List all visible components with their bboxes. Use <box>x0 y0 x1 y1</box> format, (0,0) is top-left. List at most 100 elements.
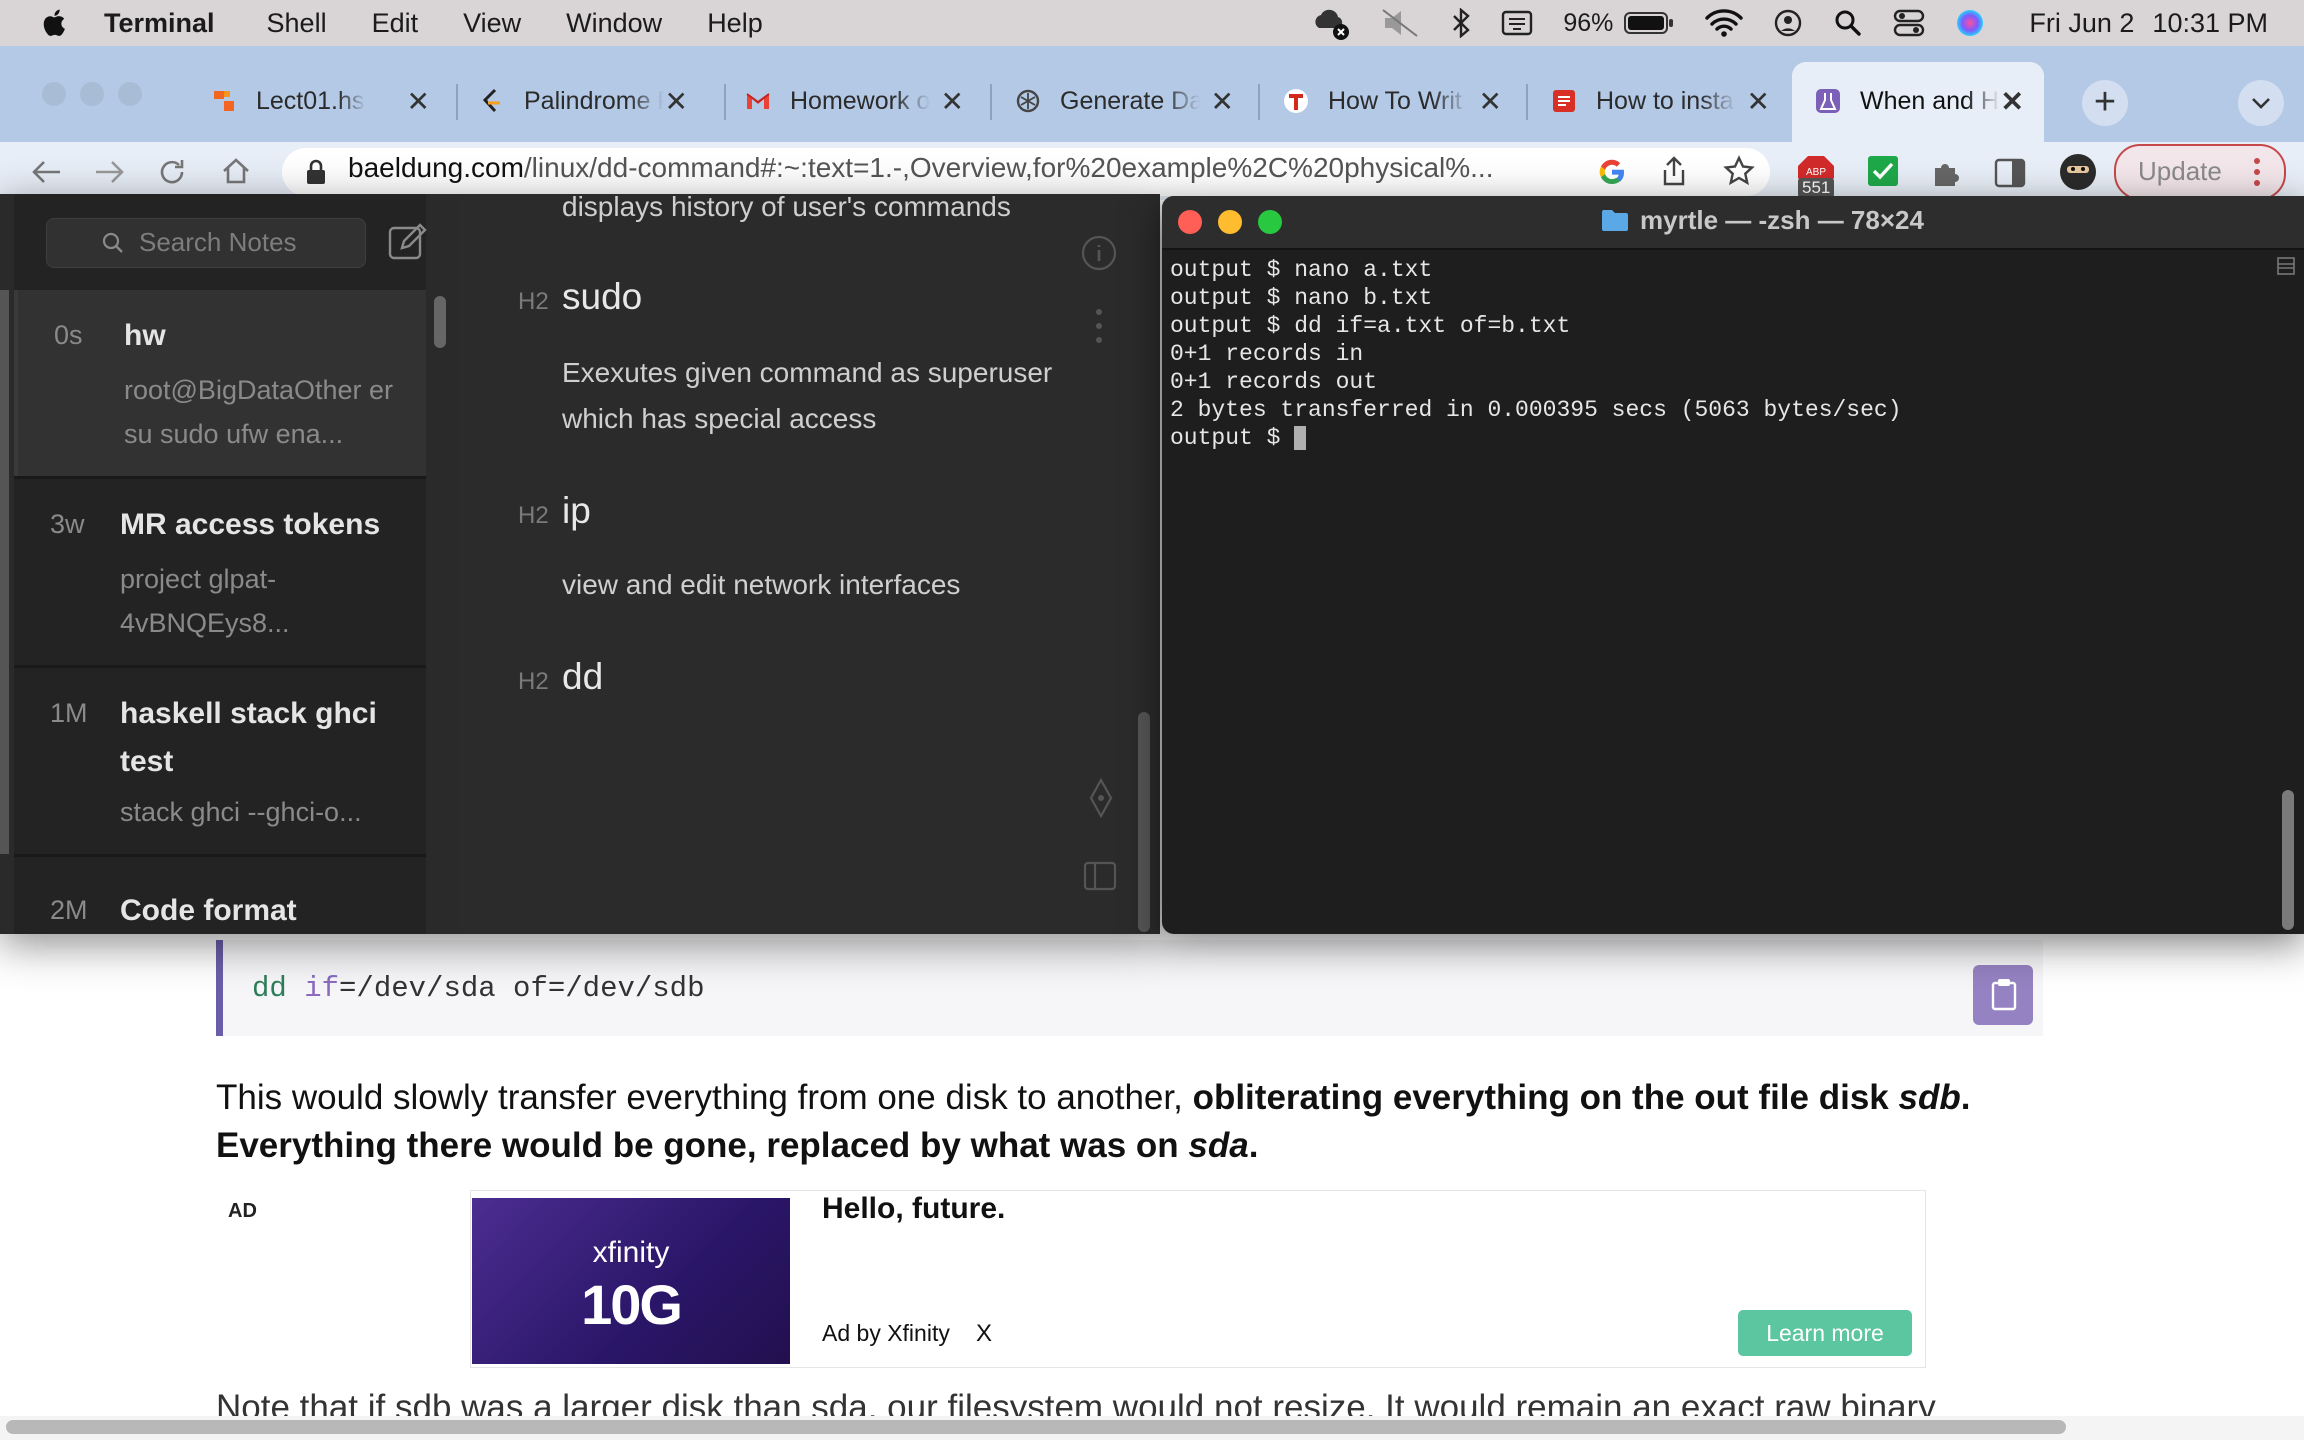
horizontal-scroll-thumb[interactable] <box>6 1420 2066 1434</box>
close-icon[interactable]: ✕ <box>1479 85 1502 118</box>
note-body-text: Exexutes given command as superuser whic… <box>562 357 1053 434</box>
input-source-icon[interactable] <box>1501 10 1533 36</box>
apple-icon[interactable] <box>38 6 72 40</box>
close-icon[interactable]: ✕ <box>1211 85 1234 118</box>
ad-product: 10G <box>581 1273 683 1336</box>
menu-dots-icon[interactable] <box>2252 156 2262 188</box>
tab-when-and-how-active[interactable]: When and H ✕ <box>1814 64 2044 138</box>
tab-lect01[interactable]: Lect01.hs - c ✕ <box>210 64 450 138</box>
note-title: Code format <box>120 894 297 927</box>
bluetooth-icon[interactable] <box>1451 8 1471 38</box>
wifi-icon[interactable] <box>1705 8 1744 38</box>
new-tab-button[interactable]: + <box>2082 80 2128 126</box>
menubar-time[interactable]: 10:31 PM <box>2152 8 2268 39</box>
tab-search-button[interactable] <box>2238 80 2284 126</box>
puzzle-extensions-icon[interactable] <box>1930 156 1964 190</box>
forward-icon[interactable] <box>90 156 130 188</box>
mute-icon[interactable] <box>1381 8 1421 38</box>
para-end: . <box>1248 1126 1259 1165</box>
control-center-icon[interactable] <box>1893 9 1925 37</box>
tab-title: When and H <box>1860 86 1999 115</box>
split-pane-icon[interactable] <box>2276 256 2296 276</box>
para-bold-italic: sda <box>1188 1126 1249 1165</box>
url-text[interactable]: baeldung.com/linux/dd-command#:~:text=1.… <box>348 152 1578 184</box>
tab-how-to-install[interactable]: How to insta ✕ <box>1550 64 1790 138</box>
tab-palindrome[interactable]: Palindrome P ✕ <box>478 64 708 138</box>
terminal-close-button[interactable] <box>1178 210 1202 234</box>
menu-window[interactable]: Window <box>566 8 662 39</box>
editor-scrollbar[interactable] <box>1138 712 1150 932</box>
terminal-title: myrtle — -zsh — 78×24 <box>1600 205 1924 236</box>
menu-help[interactable]: Help <box>707 8 763 39</box>
lock-icon[interactable] <box>304 158 328 186</box>
list-item[interactable]: 3w MR access tokens project glpat-4vBNQE… <box>14 479 426 665</box>
battery-percent: 96% <box>1563 8 1614 37</box>
siri-icon[interactable] <box>1955 8 1985 38</box>
tab-separator <box>1258 84 1260 120</box>
pen-icon[interactable] <box>1084 776 1118 822</box>
copy-code-button[interactable] <box>1973 965 2033 1025</box>
list-item[interactable]: 1M haskell stack ghci test stack ghci --… <box>14 668 426 854</box>
tab-title: How to insta <box>1596 86 1734 115</box>
folder-icon <box>1602 210 1628 231</box>
ad-learn-more-button[interactable]: Learn more <box>1738 1310 1912 1356</box>
tab-separator <box>990 84 992 120</box>
terminal-scrollbar[interactable] <box>2282 790 2294 930</box>
heading-level-tag: H2 <box>518 502 549 529</box>
ad-brand: xfinity <box>592 1236 670 1269</box>
share-icon[interactable] <box>1658 154 1690 188</box>
ad-headline[interactable]: Hello, future. <box>822 1192 1005 1226</box>
list-item[interactable]: 0s hw root@BigDataOther er su sudo ufw e… <box>14 290 426 476</box>
menu-shell[interactable]: Shell <box>267 8 327 39</box>
tab-homework[interactable]: Homework o ✕ <box>744 64 984 138</box>
note-heading: sudo <box>562 276 643 317</box>
battery-icon[interactable] <box>1623 10 1675 36</box>
close-icon[interactable]: ✕ <box>2001 85 2024 118</box>
back-icon[interactable] <box>26 156 66 188</box>
note-age: 0s <box>54 320 83 350</box>
adblock-extension-icon[interactable]: ABP 551 <box>1796 154 1836 198</box>
google-icon[interactable] <box>1596 156 1628 188</box>
ad-image[interactable]: xfinity 10G <box>472 1198 790 1364</box>
close-icon[interactable]: ✕ <box>407 85 430 118</box>
close-icon[interactable]: ✕ <box>1747 85 1770 118</box>
code-args: =/dev/sda of=/dev/sdb <box>339 972 705 1005</box>
window-close-button[interactable] <box>42 82 66 106</box>
ad-close-button[interactable]: X <box>976 1320 992 1348</box>
notes-list: 0s hw root@BigDataOther er su sudo ufw e… <box>14 290 426 934</box>
bookmark-star-icon[interactable] <box>1722 154 1756 188</box>
note-snippet: root@BigDataOther er su sudo ufw ena... <box>124 375 394 449</box>
note-editor[interactable]: displays history of user's commands H2 s… <box>458 194 1158 934</box>
sidebar-toggle-icon[interactable] <box>1082 860 1118 892</box>
tab-how-to-write[interactable]: How To Writ ✕ <box>1282 64 1522 138</box>
user-account-icon[interactable] <box>1773 8 1803 38</box>
close-icon[interactable]: ✕ <box>665 85 688 118</box>
close-icon[interactable]: ✕ <box>941 85 964 118</box>
menu-app-terminal[interactable]: Terminal <box>104 8 215 39</box>
terminal-output[interactable]: output $ nano a.txt output $ nano b.txt ou… <box>1170 256 1902 452</box>
terminal-zoom-button[interactable] <box>1258 210 1282 234</box>
list-item[interactable]: 2M Code format <box>14 857 426 934</box>
menu-view[interactable]: View <box>463 8 521 39</box>
menubar-date[interactable]: Fri Jun 2 <box>2029 8 2134 39</box>
notes-search-input[interactable]: Search Notes <box>46 218 366 268</box>
side-panel-icon[interactable] <box>1994 158 2026 188</box>
home-icon[interactable] <box>218 154 254 190</box>
window-minimize-button[interactable] <box>80 82 104 106</box>
spotlight-search-icon[interactable] <box>1833 8 1863 38</box>
more-options-icon[interactable] <box>1094 306 1104 346</box>
note-snippet: project glpat-4vBNQEys8... <box>120 564 290 638</box>
green-check-extension-icon[interactable] <box>1866 154 1900 188</box>
new-note-icon[interactable] <box>386 220 430 264</box>
terminal-minimize-button[interactable] <box>1218 210 1242 234</box>
window-zoom-button[interactable] <box>118 82 142 106</box>
menu-edit[interactable]: Edit <box>372 8 419 39</box>
cloud-sync-icon[interactable] <box>1311 6 1351 40</box>
notes-list-scrollbar[interactable] <box>434 296 446 348</box>
note-title: hw <box>124 319 166 352</box>
profile-avatar[interactable] <box>2058 152 2098 192</box>
info-icon[interactable] <box>1080 234 1118 272</box>
tab-generate-data[interactable]: Generate Da ✕ <box>1014 64 1254 138</box>
orange-code-icon <box>214 91 234 111</box>
reload-icon[interactable] <box>154 154 190 190</box>
